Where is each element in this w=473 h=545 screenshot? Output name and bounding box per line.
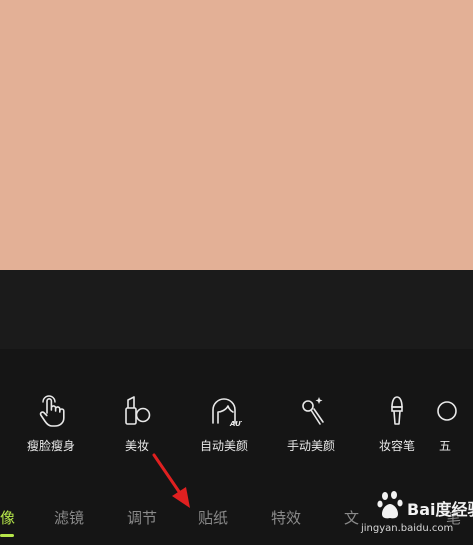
lipstick-icon — [125, 396, 151, 425]
baidu-watermark: Bai度经验 jingyan.baidu.com — [355, 488, 473, 540]
tool-manual-beauty[interactable]: 手动美颜 — [268, 393, 354, 454]
tab-filter[interactable]: 滤镜 — [54, 507, 84, 528]
tool-slim-face[interactable]: 瘦脸瘦身 — [8, 393, 94, 454]
active-tab-indicator — [0, 534, 14, 537]
annotation-arrow-icon — [152, 453, 190, 508]
magic-wand-icon — [302, 397, 324, 425]
auto-badge: AUTO — [229, 420, 242, 428]
tool-label: 瘦脸瘦身 — [26, 439, 75, 453]
tool-label: 妆容笔 — [378, 439, 415, 453]
tab-sticker[interactable]: 贴纸 — [198, 507, 228, 528]
tool-partial[interactable]: 五 — [437, 393, 473, 454]
tool-label: 手动美颜 — [286, 439, 335, 453]
partial-icon — [437, 401, 457, 421]
tab-effects[interactable]: 特效 — [271, 507, 301, 528]
watermark-text: Bai度经验 — [407, 500, 473, 519]
tab-portrait[interactable]: 像 — [0, 507, 15, 528]
tool-makeup[interactable]: 美妆 — [94, 393, 180, 454]
tool-auto-beauty[interactable]: AUTO 自动美颜 — [181, 393, 267, 454]
auto-face-icon: AUTO — [212, 398, 242, 428]
makeup-brush-icon — [391, 396, 403, 425]
beauty-tool-strip: 瘦脸瘦身 美妆 AUTO 自动美颜 手动美颜 妆容 — [0, 349, 473, 479]
baidu-paw-icon — [377, 491, 403, 519]
watermark-url: jingyan.baidu.com — [361, 523, 454, 534]
photo-canvas[interactable] — [0, 0, 473, 270]
tool-makeup-pen[interactable]: 妆容笔 — [354, 393, 440, 454]
hand-tap-icon — [39, 395, 65, 427]
tool-label: 五 — [439, 439, 452, 453]
tab-adjust[interactable]: 调节 — [127, 507, 157, 528]
